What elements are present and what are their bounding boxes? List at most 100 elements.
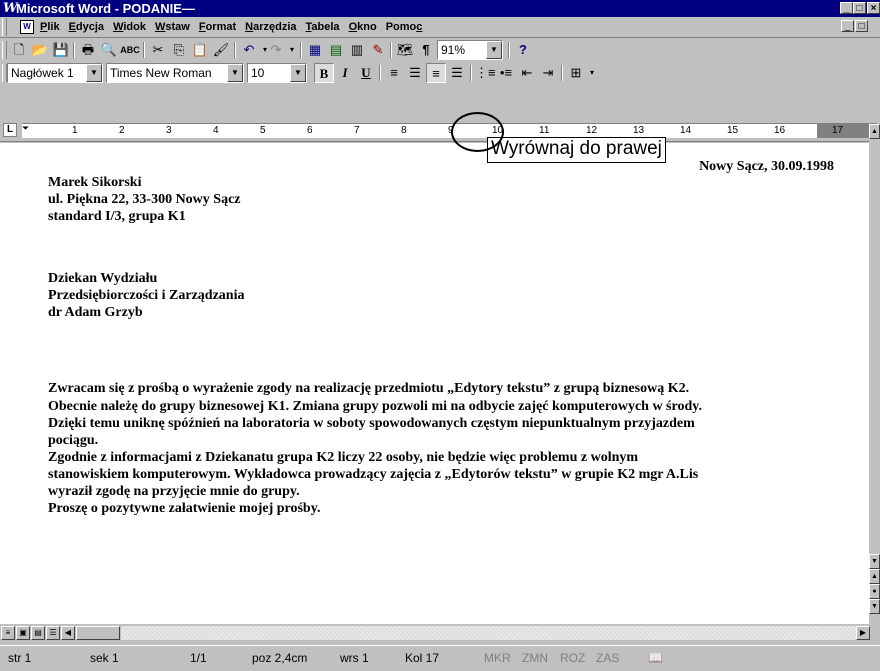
ruler-tick: 2 xyxy=(119,125,125,136)
bullets-icon[interactable]: •≡ xyxy=(496,63,516,83)
status-bar: str 1 sek 1 1/1 poz 2,4cm wrs 1 Kol 17 M… xyxy=(0,645,880,671)
body-line: Proszę o pozytywne załatwienie mojej pro… xyxy=(48,501,321,516)
insert-excel-icon[interactable]: ▤ xyxy=(326,40,346,60)
normal-view-icon[interactable]: ≡ xyxy=(1,626,15,640)
next-page-icon[interactable]: ▼ xyxy=(869,599,880,614)
document-icon[interactable]: W xyxy=(20,20,34,34)
document-map-icon[interactable]: 🗺 xyxy=(395,40,415,60)
body-line: Zwracam się z prośbą o wyrażenie zgody n… xyxy=(48,381,690,396)
ruler-tick: 1 xyxy=(72,125,78,136)
menu-plik[interactable]: Plik xyxy=(40,21,60,33)
zoom-combo[interactable]: 91% ▼ xyxy=(437,40,503,60)
maximize-button[interactable]: □ xyxy=(853,2,866,14)
menu-wstaw[interactable]: Wstaw xyxy=(155,21,190,33)
menu-edycja[interactable]: Edycja xyxy=(69,21,104,33)
doc-minimize-button[interactable]: _ xyxy=(841,20,854,32)
font-size-combo[interactable]: 10 ▼ xyxy=(247,63,307,83)
menu-widok[interactable]: Widok xyxy=(113,21,146,33)
tab-selector[interactable]: L xyxy=(3,123,17,137)
spelling-icon[interactable]: ABC xyxy=(120,40,140,60)
justify-icon[interactable]: ☰ xyxy=(447,63,467,83)
ruler-tick: 17 xyxy=(832,125,844,136)
increase-indent-icon[interactable]: ⇥ xyxy=(538,63,558,83)
menu-tabela[interactable]: Tabela xyxy=(306,21,340,33)
recipient-line: Dziekan Wydziału xyxy=(48,271,158,286)
body-line: Zgodnie z informacjami z Dziekanatu grup… xyxy=(48,450,639,465)
recipient-line: dr Adam Grzyb xyxy=(48,305,143,320)
show-formatting-icon[interactable]: ¶ xyxy=(416,40,436,60)
scroll-right-icon[interactable]: ▶ xyxy=(856,626,870,640)
sender-address: ul. Piękna 22, 33-300 Nowy Sącz xyxy=(48,192,241,207)
align-right-icon[interactable]: ≡ xyxy=(426,63,446,83)
columns-icon[interactable]: ▥ xyxy=(347,40,367,60)
italic-button[interactable]: I xyxy=(335,63,355,83)
redo-dropdown-icon[interactable]: ▾ xyxy=(282,40,302,60)
chevron-down-icon[interactable]: ▼ xyxy=(486,41,502,59)
scroll-up-icon[interactable]: ▲ xyxy=(869,124,880,139)
vertical-scrollbar[interactable]: ▲ ▼ ▲ ● ▼ xyxy=(869,124,880,624)
help-icon[interactable]: ? xyxy=(513,40,533,60)
horizontal-ruler: L ⏷ 1 2 3 4 5 6 7 8 9 10 11 12 13 14 15 … xyxy=(0,119,880,142)
style-value: Nagłówek 1 xyxy=(11,66,74,80)
style-combo[interactable]: Nagłówek 1 ▼ xyxy=(7,63,103,83)
ruler-strip[interactable]: ⏷ 1 2 3 4 5 6 7 8 9 10 11 12 13 14 15 16… xyxy=(22,123,877,138)
menu-narzedzia[interactable]: Narzędzia xyxy=(245,21,296,33)
print-preview-icon[interactable]: 🔍 xyxy=(99,40,119,60)
scroll-thumb[interactable] xyxy=(76,626,120,640)
underline-button[interactable]: U xyxy=(356,63,376,83)
decrease-indent-icon[interactable]: ⇤ xyxy=(517,63,537,83)
scroll-track[interactable] xyxy=(121,626,866,640)
body-line: wyraził zgodę na przyjęcie mnie do grupy… xyxy=(48,484,300,499)
borders-dropdown-icon[interactable]: ▾ xyxy=(582,63,602,83)
body-line: pociągu. xyxy=(48,433,99,448)
spelling-status-icon[interactable]: 📖 xyxy=(648,651,663,665)
format-painter-icon[interactable]: 🖌 xyxy=(211,40,231,60)
body-line: stanowiskiem komputerowym. Wykładowca pr… xyxy=(48,467,699,482)
align-center-icon[interactable]: ☰ xyxy=(405,63,425,83)
minimize-button[interactable]: _ xyxy=(840,2,853,14)
font-combo[interactable]: Times New Roman ▼ xyxy=(106,63,244,83)
copy-icon[interactable]: ⎘ xyxy=(169,40,189,60)
close-button[interactable]: × xyxy=(867,2,880,14)
scroll-down-icon[interactable]: ▼ xyxy=(869,554,880,569)
document-area[interactable]: Nowy Sącz, 30.09.1998 Marek Sikorski ul.… xyxy=(0,143,869,624)
ruler-tick: 4 xyxy=(213,125,219,136)
chevron-down-icon[interactable]: ▼ xyxy=(86,64,102,82)
recipient-line: Przedsiębiorczości i Zarządzania xyxy=(48,288,245,303)
drawing-icon[interactable]: ✎ xyxy=(368,40,388,60)
outline-view-icon[interactable]: ☰ xyxy=(46,626,60,640)
menu-okno[interactable]: Okno xyxy=(349,21,377,33)
chevron-down-icon[interactable]: ▼ xyxy=(290,64,306,82)
status-zmn[interactable]: ZMN xyxy=(522,651,548,665)
save-icon[interactable]: 💾 xyxy=(51,40,71,60)
paste-icon[interactable]: 📋 xyxy=(190,40,210,60)
status-roz[interactable]: ROZ xyxy=(560,651,585,665)
insert-table-icon[interactable]: ▦ xyxy=(305,40,325,60)
status-pages: 1/1 xyxy=(190,651,207,665)
page-layout-icon[interactable]: ▤ xyxy=(31,626,45,640)
cut-icon[interactable]: ✂ xyxy=(148,40,168,60)
separator xyxy=(508,42,510,58)
chevron-down-icon[interactable]: ▼ xyxy=(227,64,243,82)
date-line: Nowy Sącz, 30.09.1998 xyxy=(699,159,834,174)
align-left-icon[interactable]: ≡ xyxy=(384,63,404,83)
zoom-value: 91% xyxy=(441,43,466,57)
numbering-icon[interactable]: ⋮≡ xyxy=(475,63,496,83)
status-column: Kol 17 xyxy=(405,651,440,665)
status-page: str 1 xyxy=(8,651,32,665)
menu-pomoc[interactable]: Pomoc xyxy=(386,21,423,33)
scroll-left-icon[interactable]: ◀ xyxy=(61,626,75,640)
doc-restore-button[interactable]: □ xyxy=(855,20,868,32)
online-layout-icon[interactable]: ▣ xyxy=(16,626,30,640)
first-line-indent-icon[interactable]: ⏷ xyxy=(22,123,29,134)
previous-page-icon[interactable]: ▲ xyxy=(869,569,880,584)
menu-format[interactable]: Format xyxy=(199,21,236,33)
print-icon[interactable]: 🖶 xyxy=(78,40,98,60)
select-browse-object-icon[interactable]: ● xyxy=(869,584,880,599)
body-line: Obecnie należę do grupy biznesowej K1. Z… xyxy=(48,399,702,414)
status-zas[interactable]: ZAS xyxy=(596,651,619,665)
bold-button[interactable]: B xyxy=(314,63,334,83)
open-folder-icon[interactable]: 📂 xyxy=(30,40,50,60)
new-document-icon[interactable]: 🗋 xyxy=(9,40,29,60)
status-mkr[interactable]: MKR xyxy=(484,651,511,665)
